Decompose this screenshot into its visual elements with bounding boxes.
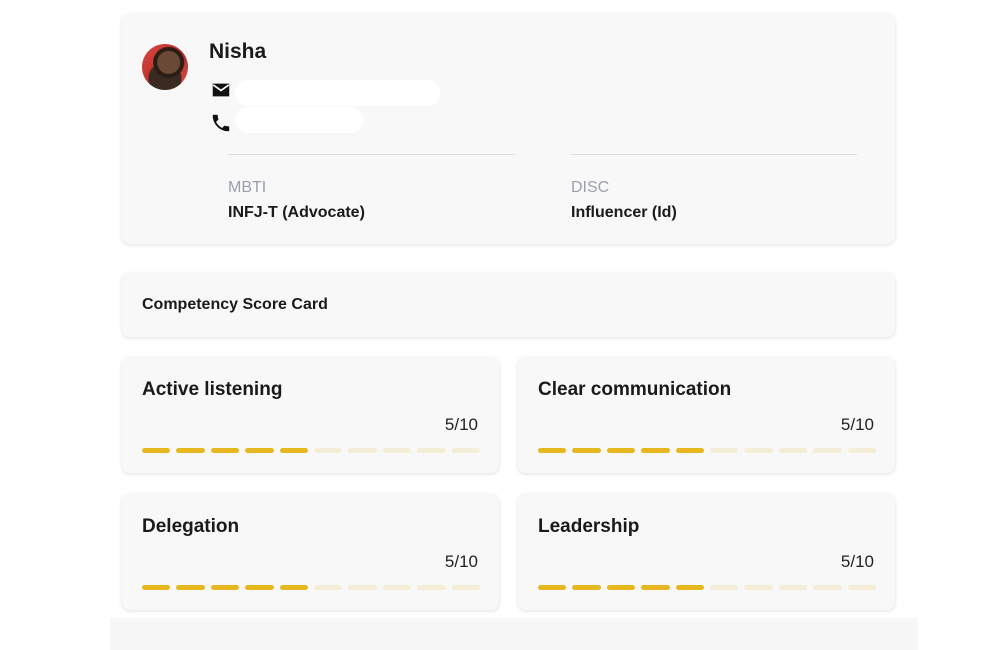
avatar: [142, 44, 188, 90]
score-segment-filled: [142, 448, 171, 453]
competency-card: Leadership 5/10: [518, 494, 895, 610]
competency-score: 5/10: [444, 552, 478, 571]
score-segment-filled: [245, 448, 274, 453]
competency-title: Leadership: [538, 516, 640, 537]
score-segment-empty: [813, 448, 842, 453]
competency-title: Active listening: [142, 379, 283, 400]
score-segment-filled: [606, 448, 636, 453]
profile-name: Nisha: [209, 40, 267, 63]
score-segment-filled: [210, 585, 240, 590]
score-segment-empty: [744, 448, 773, 453]
scorecard-title: Competency Score Card: [142, 296, 328, 313]
phone-redacted: [235, 107, 363, 133]
score-segment-empty: [314, 585, 343, 590]
score-segment-empty: [348, 585, 377, 590]
score-segment-filled: [142, 585, 171, 590]
score-segment-empty: [744, 585, 773, 590]
score-bar: [538, 585, 877, 590]
score-segment-filled: [210, 448, 240, 453]
score-segment-filled: [641, 448, 670, 453]
email-redacted: [235, 80, 440, 106]
score-bar: [538, 448, 877, 453]
phone-icon: [212, 114, 230, 132]
score-bar: [142, 448, 481, 453]
score-segment-empty: [451, 448, 481, 453]
score-segment-empty: [314, 448, 343, 453]
score-segment-empty: [382, 448, 412, 453]
score-segment-filled: [641, 585, 670, 590]
profile-card: Nisha MBTI INFJ-T (Advocate) DISC Influe…: [122, 14, 895, 244]
divider: [228, 154, 515, 155]
mail-icon: [212, 83, 230, 97]
score-segment-filled: [675, 585, 705, 590]
score-segment-filled: [176, 448, 205, 453]
competency-card: Clear communication 5/10: [518, 357, 895, 473]
mbti-value: INFJ-T (Advocate): [228, 204, 365, 221]
score-segment-filled: [538, 448, 567, 453]
score-segment-filled: [675, 448, 705, 453]
score-segment-empty: [778, 585, 808, 590]
score-bar: [142, 585, 481, 590]
score-segment-empty: [778, 448, 808, 453]
bottom-strip: [110, 618, 918, 650]
score-segment-empty: [847, 448, 877, 453]
score-segment-filled: [245, 585, 274, 590]
competency-score: 5/10: [840, 415, 874, 434]
scorecard-header: Competency Score Card: [122, 273, 895, 337]
competency-card: Active listening 5/10: [122, 357, 499, 473]
score-segment-filled: [176, 585, 205, 590]
competency-score: 5/10: [444, 415, 478, 434]
score-segment-empty: [710, 448, 739, 453]
score-segment-empty: [451, 585, 481, 590]
score-segment-filled: [572, 448, 601, 453]
competency-title: Clear communication: [538, 379, 732, 400]
score-segment-empty: [710, 585, 739, 590]
disc-value: Influencer (Id): [571, 204, 677, 221]
score-segment-empty: [847, 585, 877, 590]
competency-card: Delegation 5/10: [122, 494, 499, 610]
divider: [571, 154, 857, 155]
score-segment-empty: [348, 448, 377, 453]
score-segment-filled: [538, 585, 567, 590]
score-segment-empty: [417, 448, 446, 453]
score-segment-filled: [279, 448, 309, 453]
score-segment-filled: [279, 585, 309, 590]
mbti-label: MBTI: [228, 179, 267, 196]
competency-title: Delegation: [142, 516, 240, 537]
score-segment-filled: [606, 585, 636, 590]
competency-score: 5/10: [840, 552, 874, 571]
disc-label: DISC: [571, 179, 610, 196]
score-segment-empty: [382, 585, 412, 590]
score-segment-filled: [572, 585, 601, 590]
score-segment-empty: [813, 585, 842, 590]
score-segment-empty: [417, 585, 446, 590]
